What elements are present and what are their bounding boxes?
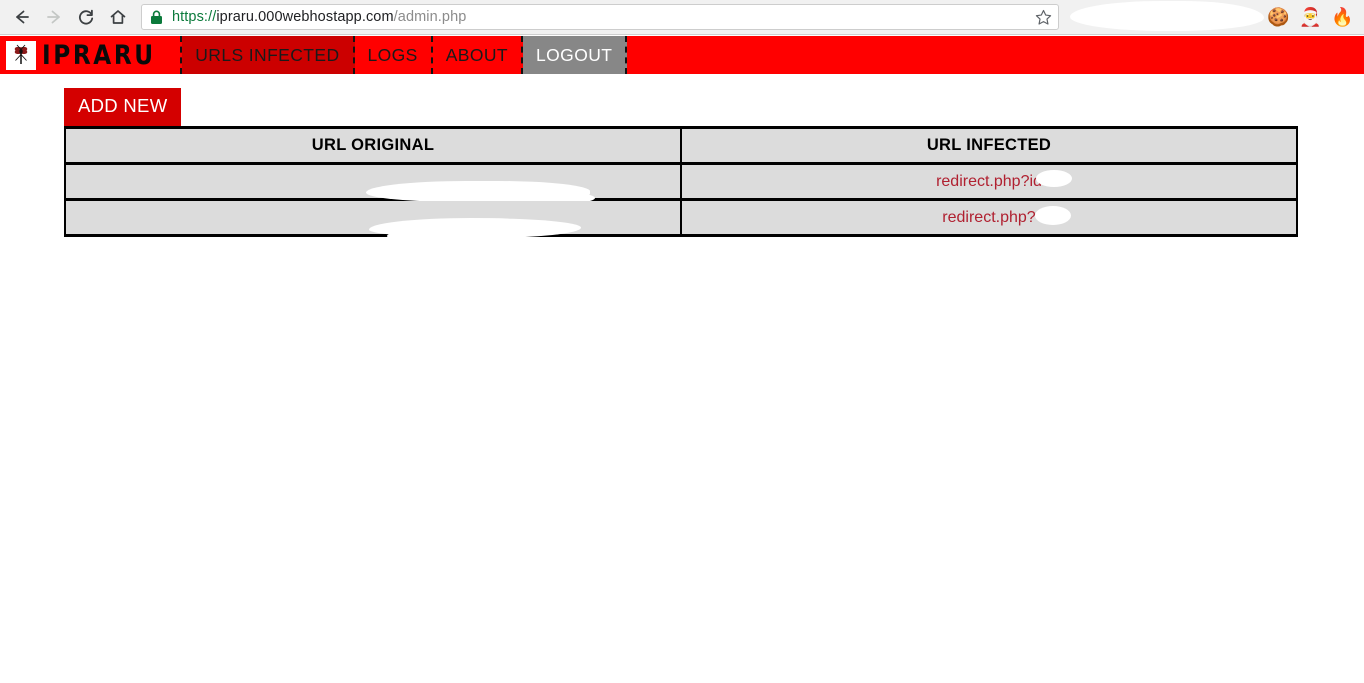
browser-extensions-area: 🍪 🎅 🔥 [1067, 0, 1364, 35]
cell-url-original [64, 198, 682, 244]
redacted-region [1071, 1, 1263, 30]
brand-name: IPRARU [42, 39, 156, 71]
url-scheme: https:// [172, 9, 217, 25]
reload-icon[interactable] [70, 1, 102, 33]
fire-extension-icon[interactable]: 🔥 [1331, 7, 1353, 28]
redaction-paint [368, 217, 581, 238]
extension-icons: 🍪 🎅 🔥 [1267, 0, 1353, 35]
browser-nav-buttons [0, 1, 134, 33]
url-infected-wrapper: redirect.php? [942, 205, 1072, 227]
lock-icon [150, 10, 163, 25]
forward-arrow-icon [38, 1, 70, 33]
cookie-extension-icon[interactable]: 🍪 [1267, 7, 1289, 28]
nav-item-logout[interactable]: LOGOUT [523, 36, 628, 74]
nav-item-label: LOGOUT [536, 44, 613, 65]
url-infected-link[interactable]: redirect.php?id [936, 173, 1042, 190]
nav-item-label: LOGS [367, 44, 418, 65]
back-arrow-icon[interactable] [6, 1, 38, 33]
redaction-paint [386, 227, 513, 244]
url-infected-link[interactable]: redirect.php? [942, 209, 1035, 226]
address-bar-url: https://ipraru.000webhostapp.com/admin.p… [172, 9, 1050, 25]
nav-item-about[interactable]: ABOUT [432, 36, 524, 74]
cell-url-original [64, 162, 682, 206]
santa-cookie-extension-icon[interactable]: 🎅 [1299, 7, 1321, 28]
address-bar[interactable]: https://ipraru.000webhostapp.com/admin.p… [141, 4, 1059, 30]
home-icon[interactable] [102, 1, 134, 33]
nav-item-urls-infected[interactable]: URLS INFECTED [182, 36, 355, 74]
column-header-url-infected: URL INFECTED [680, 126, 1298, 165]
table-row: redirect.php? [64, 198, 1298, 244]
cell-url-infected: redirect.php? [680, 198, 1298, 237]
nav-item-logs[interactable]: LOGS [354, 36, 433, 74]
nav-item-label: URLS INFECTED [195, 44, 340, 65]
url-path: /admin.php [393, 9, 467, 25]
column-header-url-original: URL ORIGINAL [64, 126, 682, 165]
urls-table-head: URL ORIGINAL URL INFECTED [64, 126, 1298, 165]
brand-logo-link[interactable]: IPRARU [0, 36, 183, 74]
url-host: ipraru.000webhostapp.com [216, 9, 394, 25]
star-icon[interactable] [1032, 6, 1054, 28]
navbar-filler [627, 36, 1364, 74]
redaction-paint [365, 180, 590, 202]
browser-toolbar: https://ipraru.000webhostapp.com/admin.p… [0, 0, 1364, 35]
url-infected-wrapper: redirect.php?id [936, 169, 1073, 191]
urls-table: URL ORIGINAL URL INFECTED redirect.php?i… [64, 126, 1298, 244]
table-header-row: URL ORIGINAL URL INFECTED [64, 126, 1298, 165]
site-navbar: IPRARU URLS INFECTED LOGS ABOUT LOGOUT [0, 36, 1364, 74]
mosquito-logo-icon [6, 40, 36, 70]
redaction-paint [1035, 205, 1072, 225]
nav-item-label: ABOUT [445, 44, 509, 65]
add-new-button[interactable]: ADD NEW [64, 88, 182, 126]
urls-table-body: redirect.php?id redirect.php? [64, 162, 1298, 244]
cell-url-infected: redirect.php?id [680, 162, 1298, 201]
table-row: redirect.php?id [64, 162, 1298, 206]
